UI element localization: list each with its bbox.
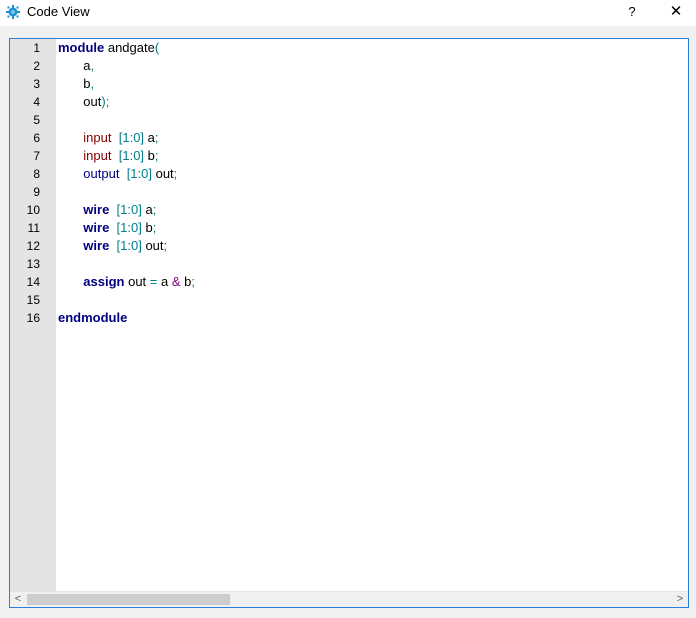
- code-token: input: [83, 148, 112, 163]
- code-token: ;: [152, 202, 157, 217]
- line-number: 13: [26, 257, 40, 271]
- code-token: module: [58, 40, 105, 55]
- code-token: [1:0]: [116, 220, 142, 235]
- code-line: a,: [58, 57, 94, 75]
- code-token: input: [83, 130, 112, 145]
- code-token: [1:0]: [116, 202, 142, 217]
- code-editor[interactable]: 1 2 3 4 5 6 7 8 9 10 11 12 13 14 15 16 module andgate( …: [9, 38, 689, 608]
- code-line: out);: [58, 93, 109, 111]
- code-token: [1:0]: [116, 238, 142, 253]
- code-token: ;: [154, 130, 159, 145]
- close-button[interactable]: ✕: [664, 2, 688, 22]
- code-text-area[interactable]: module andgate( a, b, out); input [1:0] …: [56, 39, 688, 591]
- line-number: 3: [33, 77, 40, 91]
- code-token: wire: [83, 220, 110, 235]
- horizontal-scrollbar[interactable]: < >: [10, 591, 688, 607]
- window-title: Code View: [27, 4, 90, 19]
- code-token: ;: [152, 220, 157, 235]
- title-bar: Code View ? ✕: [0, 0, 696, 26]
- code-line: b,: [58, 75, 94, 93]
- code-line: input [1:0] b;: [58, 147, 159, 165]
- line-number: 2: [33, 59, 40, 73]
- code-line: wire [1:0] out;: [58, 237, 167, 255]
- code-token: andgate: [104, 40, 155, 55]
- code-token: );: [101, 94, 110, 109]
- code-token: ,: [90, 58, 95, 73]
- code-token: ;: [191, 274, 195, 289]
- scroll-right-arrow[interactable]: >: [672, 592, 688, 607]
- scrollbar-thumb[interactable]: [27, 594, 230, 605]
- line-number: 16: [26, 311, 40, 325]
- code-token: b: [58, 76, 91, 91]
- line-number: 14: [26, 275, 40, 289]
- code-token: ;: [173, 166, 178, 181]
- code-line: output [1:0] out;: [58, 165, 177, 183]
- code-token: out: [124, 274, 150, 289]
- code-token: wire: [83, 238, 110, 253]
- code-token: [1:0]: [126, 166, 152, 181]
- code-token: out: [151, 166, 174, 181]
- code-token: a: [58, 58, 91, 73]
- line-number: 8: [33, 167, 40, 181]
- help-button[interactable]: ?: [622, 2, 642, 22]
- code-token: b: [144, 148, 155, 163]
- code-token: output: [83, 166, 120, 181]
- gear-app-icon: [6, 5, 20, 19]
- code-line: endmodule: [58, 309, 127, 327]
- code-token: out: [58, 94, 102, 109]
- line-number: 15: [26, 293, 40, 307]
- code-token: assign: [83, 274, 125, 289]
- code-token: b: [180, 274, 192, 289]
- code-line: wire [1:0] a;: [58, 201, 156, 219]
- line-number: 6: [33, 131, 40, 145]
- line-number: 1: [33, 41, 40, 55]
- code-line: assign out = a & b;: [58, 273, 195, 291]
- code-token: a: [157, 274, 172, 289]
- code-token: b: [141, 220, 153, 235]
- code-line: module andgate(: [58, 39, 159, 57]
- code-line: input [1:0] a;: [58, 129, 159, 147]
- code-token: endmodule: [58, 310, 128, 325]
- line-number: 5: [33, 113, 40, 127]
- code-token: out: [141, 238, 164, 253]
- scroll-left-arrow[interactable]: <: [10, 592, 26, 607]
- line-number: 11: [27, 221, 40, 235]
- line-number: 4: [33, 95, 40, 109]
- code-token: &: [171, 274, 181, 289]
- code-token: wire: [83, 202, 110, 217]
- code-token: [1:0]: [118, 148, 145, 163]
- code-line: wire [1:0] b;: [58, 219, 156, 237]
- code-token: ,: [90, 76, 95, 91]
- line-number-gutter: 1 2 3 4 5 6 7 8 9 10 11 12 13 14 15 16: [10, 39, 56, 591]
- code-token: a: [144, 130, 155, 145]
- code-token: a: [141, 202, 153, 217]
- line-number: 7: [33, 149, 40, 163]
- code-token: [1:0]: [118, 130, 145, 145]
- line-number: 12: [26, 239, 40, 253]
- code-token: ;: [154, 148, 159, 163]
- line-number: 9: [33, 185, 40, 199]
- code-token: (: [154, 40, 160, 55]
- line-number: 10: [26, 203, 40, 217]
- code-token: ;: [163, 238, 168, 253]
